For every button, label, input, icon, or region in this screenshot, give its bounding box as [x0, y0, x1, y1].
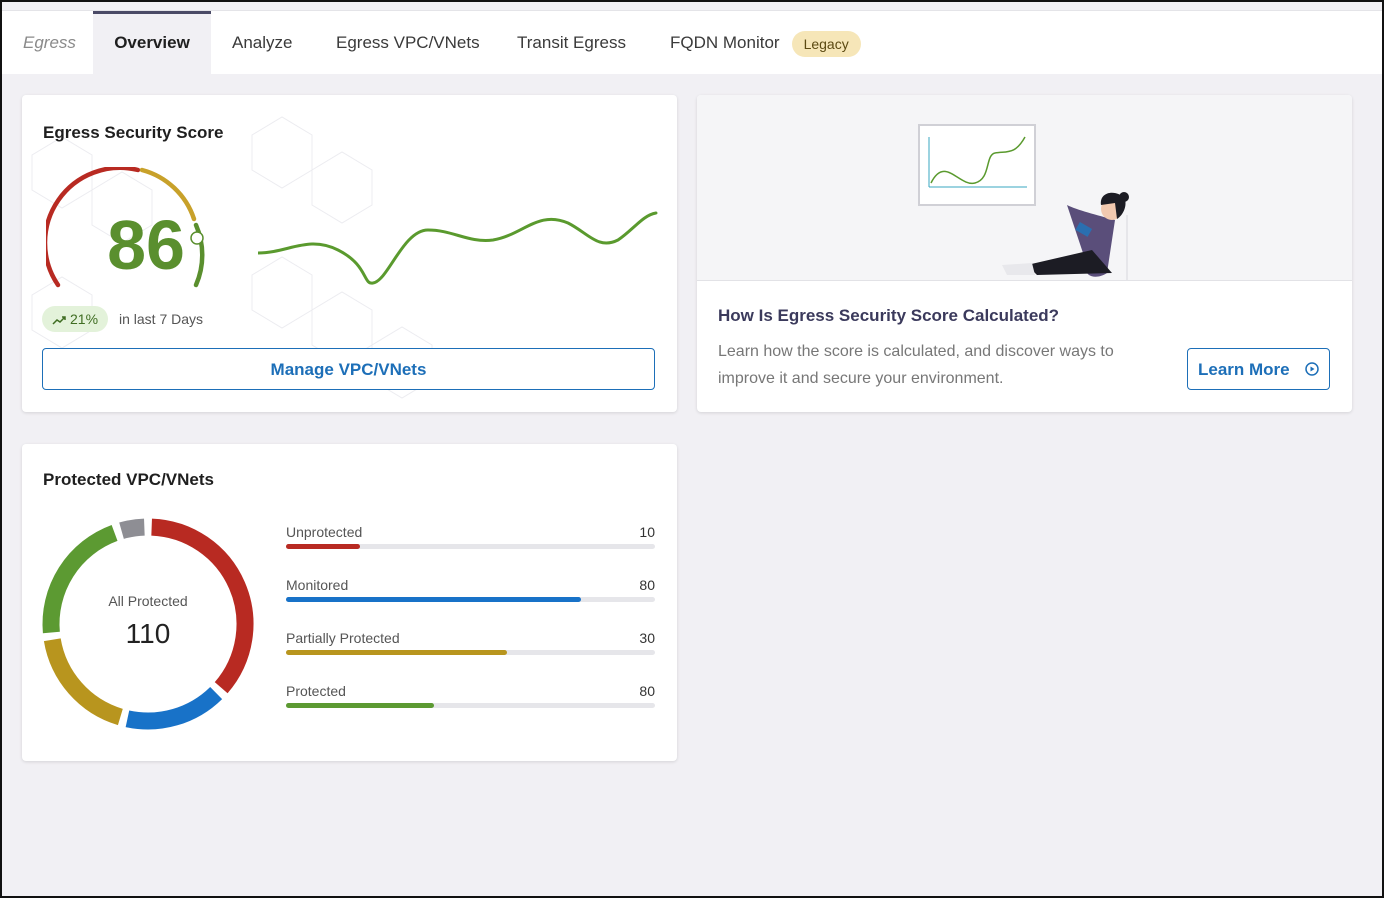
- score-card-title: Egress Security Score: [43, 123, 224, 142]
- tab-analyze[interactable]: Analyze: [211, 11, 313, 75]
- trend-period: in last 7 Days: [119, 311, 204, 327]
- learn-more-button[interactable]: Learn More: [1187, 348, 1330, 390]
- stat-track: [286, 650, 655, 655]
- trend-line: [258, 211, 658, 285]
- tab-egress-vpc-vnets[interactable]: Egress VPC/VNets: [315, 11, 501, 75]
- stat-label: Protected: [286, 683, 346, 699]
- stat-label: Partially Protected: [286, 630, 400, 646]
- donut-center-value: 110: [125, 618, 171, 649]
- person-with-chart-illustration: [918, 124, 1129, 280]
- section-label: Egress: [23, 33, 76, 52]
- stat-track: [286, 703, 655, 708]
- security-score-card: Egress Security Score 86 21% in last 7 D…: [22, 95, 677, 412]
- manage-vpc-vnets-button[interactable]: Manage VPC/VNets: [42, 348, 655, 390]
- stat-partially-protected: Partially Protected 30: [286, 630, 655, 670]
- donut-segment: [43, 638, 123, 726]
- stat-track: [286, 597, 655, 602]
- app-frame: Egress Overview Analyze Egress VPC/VNets…: [0, 0, 1384, 898]
- tab-fqdn-monitor[interactable]: FQDN Monitor Legacy: [649, 11, 882, 75]
- legacy-badge: Legacy: [791, 30, 861, 57]
- trending-up-icon: [52, 316, 66, 325]
- protected-vpc-card: Protected VPC/VNets All Protected 110 Un…: [22, 444, 677, 761]
- score-trend-sparkline: [258, 211, 658, 285]
- stat-protected: Protected 80: [286, 683, 655, 723]
- stat-fill: [286, 597, 582, 602]
- trend-pill: 21%: [42, 306, 109, 332]
- stat-fill: [286, 544, 360, 549]
- info-title: How Is Egress Security Score Calculated?: [718, 306, 1060, 325]
- stat-label: Monitored: [286, 577, 349, 593]
- stat-unprotected: Unprotected 10: [286, 524, 655, 564]
- stat-fill: [286, 703, 434, 708]
- stat-label: Unprotected: [286, 524, 363, 540]
- score-illustration: [697, 95, 1352, 281]
- donut-segment: [125, 686, 223, 730]
- trend-percent: 21%: [70, 311, 99, 327]
- tab-transit-egress[interactable]: Transit Egress: [496, 11, 647, 75]
- play-circle-icon: [1305, 362, 1319, 376]
- donut-center-label: All Protected: [108, 593, 188, 609]
- stat-value: 80: [639, 577, 655, 593]
- learn-more-label: Learn More: [1198, 359, 1290, 379]
- stat-value: 80: [639, 683, 655, 699]
- score-info-card: How Is Egress Security Score Calculated?…: [697, 95, 1352, 412]
- top-tab-bar: Egress Overview Analyze Egress VPC/VNets…: [2, 10, 1382, 75]
- stat-track: [286, 544, 655, 549]
- tab-fqdn-monitor-label: FQDN Monitor: [670, 33, 780, 52]
- tab-overview[interactable]: Overview: [93, 11, 211, 75]
- stat-monitored: Monitored 80: [286, 577, 655, 617]
- protected-card-title: Protected VPC/VNets: [43, 470, 214, 489]
- info-description: Learn how the score is calculated, and d…: [718, 343, 1114, 387]
- stat-value: 10: [639, 524, 655, 540]
- stat-value: 30: [639, 630, 655, 646]
- security-score-value: 86: [107, 206, 185, 284]
- donut-segment: [119, 518, 145, 539]
- stat-fill: [286, 650, 508, 655]
